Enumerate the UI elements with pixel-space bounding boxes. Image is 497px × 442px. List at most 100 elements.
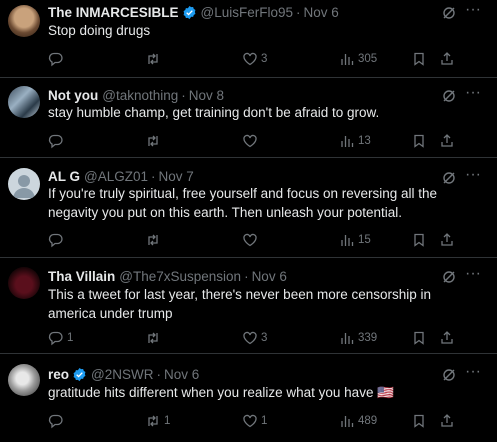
tweet-text: Stop doing drugs — [48, 23, 151, 38]
reply-button[interactable] — [48, 132, 67, 150]
avatar[interactable] — [8, 267, 40, 299]
timestamp[interactable]: Nov 6 — [164, 367, 199, 382]
retweet-icon — [148, 332, 158, 344]
view-count: 339 — [358, 332, 378, 344]
tweet-actions: 3 305 — [48, 50, 468, 68]
views-button[interactable]: 339 — [339, 329, 377, 347]
views-button[interactable]: 13 — [339, 132, 371, 150]
heart-icon — [243, 233, 257, 247]
tweet-actions: 13 — [48, 132, 468, 150]
avatar[interactable] — [8, 364, 40, 396]
timestamp[interactable]: Nov 7 — [159, 169, 194, 184]
tweet-header: The INMARCESIBLE @LuisFerFlo95 · Nov 6 — [48, 3, 339, 21]
heart-icon — [243, 134, 257, 148]
like-count: 3 — [261, 332, 268, 344]
reply-icon — [48, 414, 63, 429]
views-button[interactable]: 489 — [339, 412, 377, 430]
user-handle[interactable]: @ALGZ01 — [84, 169, 148, 184]
views-button[interactable]: 15 — [339, 231, 371, 249]
reply-button[interactable] — [48, 412, 67, 430]
like-button[interactable]: 1 — [242, 412, 267, 430]
like-button[interactable]: 3 — [242, 329, 267, 347]
user-handle[interactable]: @taknothing — [102, 88, 178, 103]
retweet-button[interactable]: 1 — [145, 412, 170, 430]
more-icon[interactable]: ··· — [465, 85, 481, 104]
separator-dot: · — [244, 268, 249, 284]
views-icon — [341, 136, 354, 147]
avatar[interactable] — [8, 86, 40, 118]
avatar[interactable] — [8, 5, 40, 37]
user-handle[interactable]: @2NSWR — [91, 367, 153, 382]
reply-count: 1 — [67, 332, 74, 344]
tweet[interactable]: The INMARCESIBLE @LuisFerFlo95 · Nov 6 ·… — [0, 0, 497, 78]
share-icon[interactable] — [439, 232, 455, 248]
separator-dot: · — [151, 168, 156, 184]
tweet-actions: 1 3 339 — [48, 329, 468, 347]
retweet-count: 1 — [164, 415, 171, 427]
more-icon[interactable]: ··· — [465, 2, 481, 21]
reply-icon — [48, 52, 63, 67]
reply-feed: The INMARCESIBLE @LuisFerFlo95 · Nov 6 ·… — [0, 0, 497, 442]
timestamp[interactable]: Nov 6 — [252, 269, 287, 284]
retweet-button[interactable] — [145, 50, 164, 68]
more-icon[interactable]: ··· — [465, 266, 481, 285]
view-count: 13 — [358, 135, 371, 147]
default-avatar-icon — [13, 175, 35, 198]
avatar[interactable] — [8, 168, 40, 200]
share-icon[interactable] — [439, 330, 455, 346]
like-button[interactable] — [242, 231, 261, 249]
share-icon[interactable] — [439, 51, 455, 67]
tweet[interactable]: reo @2NSWR · Nov 6 ··· gratitude hits di… — [0, 354, 497, 442]
timestamp[interactable]: Nov 8 — [189, 88, 224, 103]
like-button[interactable]: 3 — [242, 50, 267, 68]
reply-icon — [48, 331, 63, 346]
view-count: 15 — [358, 234, 371, 246]
like-button[interactable] — [242, 132, 261, 150]
grok-icon[interactable] — [441, 367, 457, 383]
separator-dot: · — [181, 87, 186, 103]
tweet-text: This a tweet for last year, there's neve… — [48, 287, 432, 321]
views-icon — [341, 235, 354, 246]
reply-button[interactable] — [48, 231, 67, 249]
display-name[interactable]: Tha Villain — [48, 269, 115, 284]
grok-icon[interactable] — [441, 5, 457, 21]
heart-icon — [243, 52, 257, 66]
user-handle[interactable]: @LuisFerFlo95 — [201, 5, 294, 20]
display-name[interactable]: Not you — [48, 88, 98, 103]
grok-icon[interactable] — [441, 88, 457, 104]
heart-icon — [243, 414, 257, 428]
bookmark-icon[interactable] — [411, 330, 427, 346]
retweet-button[interactable] — [145, 329, 164, 347]
retweet-button[interactable] — [145, 132, 164, 150]
reply-button[interactable]: 1 — [48, 329, 73, 347]
bookmark-icon[interactable] — [411, 133, 427, 149]
separator-dot: · — [156, 366, 161, 382]
more-icon[interactable]: ··· — [465, 364, 481, 383]
display-name[interactable]: The INMARCESIBLE — [48, 5, 179, 20]
bookmark-icon[interactable] — [411, 51, 427, 67]
retweet-icon — [148, 234, 158, 246]
display-name[interactable]: AL G — [48, 169, 80, 184]
tweet-text: gratitude hits different when you realiz… — [48, 385, 395, 400]
verified-badge-icon — [73, 367, 86, 381]
timestamp[interactable]: Nov 6 — [304, 5, 339, 20]
reply-button[interactable] — [48, 50, 67, 68]
tweet[interactable]: Tha Villain @The7xSuspension · Nov 6 ···… — [0, 258, 497, 354]
tweet-actions: 1 1 489 — [48, 412, 468, 430]
user-handle[interactable]: @The7xSuspension — [119, 269, 241, 284]
retweet-icon — [148, 53, 158, 65]
views-icon — [341, 54, 354, 65]
grok-icon[interactable] — [441, 269, 457, 285]
bookmark-icon[interactable] — [411, 232, 427, 248]
retweet-button[interactable] — [145, 231, 164, 249]
bookmark-icon[interactable] — [411, 413, 427, 429]
display-name[interactable]: reo — [48, 367, 69, 382]
tweet-text: If you're truly spiritual, free yourself… — [48, 186, 438, 220]
share-icon[interactable] — [439, 413, 455, 429]
views-button[interactable]: 305 — [339, 50, 377, 68]
tweet-header: Not you @taknothing · Nov 8 — [48, 86, 224, 104]
tweet[interactable]: Not you @taknothing · Nov 8 ··· stay hum… — [0, 78, 497, 158]
tweet-header: Tha Villain @The7xSuspension · Nov 6 — [48, 267, 287, 285]
tweet[interactable]: AL G @ALGZ01 · Nov 7 ··· If you're truly… — [0, 158, 497, 258]
share-icon[interactable] — [439, 133, 455, 149]
